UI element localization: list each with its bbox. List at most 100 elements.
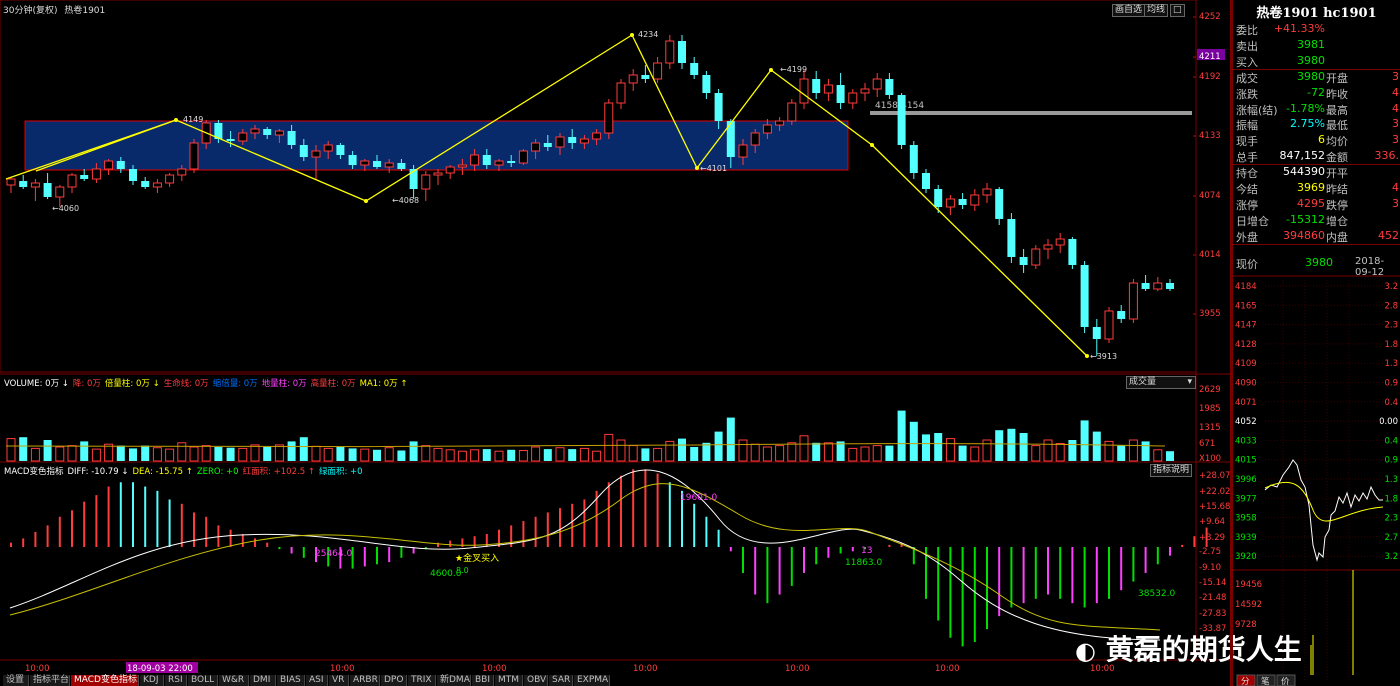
- candle-body: [860, 88, 870, 94]
- quote-value: -72: [1307, 85, 1325, 99]
- tab-17[interactable]: OBV: [524, 675, 548, 686]
- price-tick: 4014: [1199, 250, 1221, 260]
- volume-bar: [91, 448, 101, 462]
- macd-header: MACD变色指标 DIFF: -10.79 ↓ DEA: -15.75 ↑ ZERO:…: [4, 465, 367, 477]
- volume-bar: [592, 450, 602, 462]
- watchlist-button[interactable]: 画自选: [1112, 4, 1146, 17]
- volume-bar: [787, 442, 797, 462]
- volume-bar: [494, 450, 504, 462]
- volume-bar: [238, 447, 248, 462]
- header-item: 倍量柱: 0万 ↓: [104, 379, 160, 389]
- tab-4[interactable]: RSI: [165, 675, 187, 686]
- volume-bar: [775, 445, 785, 462]
- quote-label: 持仓: [1236, 167, 1258, 181]
- volume-bar: [653, 447, 663, 462]
- candle-body: [397, 163, 406, 169]
- price-annotation: 4234: [638, 30, 658, 39]
- volume-bar: [116, 445, 125, 461]
- candle-body: [19, 181, 28, 187]
- intraday-avg-line: [1264, 481, 1384, 522]
- candle-body: [91, 168, 101, 180]
- quote-label: 总手: [1236, 151, 1258, 165]
- time-tick: 10:00: [482, 664, 507, 674]
- header-item: 生命线: 0万: [163, 379, 209, 389]
- macd-tick: -21.48: [1199, 593, 1226, 603]
- tab-5[interactable]: BOLL: [188, 675, 218, 686]
- candle-body: [872, 78, 882, 90]
- price-tick: 4211: [1199, 52, 1221, 62]
- tab-14[interactable]: 新DMA: [437, 675, 471, 686]
- tab-3[interactable]: KDJ: [140, 675, 164, 686]
- candle-body: [1007, 219, 1016, 257]
- quote-label-2: 昨结: [1326, 183, 1348, 196]
- volume-bar: [141, 445, 150, 461]
- tab-19[interactable]: EXPMA: [574, 675, 610, 686]
- tab-1[interactable]: 指标平台: [30, 675, 70, 686]
- volume-bar: [67, 445, 77, 462]
- quote-row: 卖出 3981: [1233, 38, 1400, 54]
- mini-pct-tick: 2.3: [1384, 321, 1398, 331]
- tab-8[interactable]: BIAS: [277, 675, 305, 686]
- volume-bar: [1007, 428, 1016, 461]
- volume-dropdown[interactable]: 成交量 ▾: [1126, 376, 1196, 389]
- candle-body: [457, 164, 467, 168]
- candle-body: [579, 138, 589, 144]
- quote-label-2: 金额: [1326, 151, 1348, 165]
- tab-9[interactable]: ASI: [306, 675, 328, 686]
- volume-bar: [897, 410, 906, 461]
- volume-bar: [970, 446, 980, 462]
- candle-body: [702, 75, 711, 93]
- quote-value: -1.78%: [1286, 101, 1325, 115]
- mini-pct-tick: 1.3: [1384, 475, 1398, 485]
- volume-bar: [872, 445, 882, 462]
- mini-pct-tick: 0.9: [1384, 379, 1398, 389]
- tab-12[interactable]: DPO: [381, 675, 407, 686]
- consolidation-box: [24, 120, 849, 171]
- candle-body: [1141, 283, 1150, 289]
- volume-bar: [482, 449, 491, 461]
- candle-body: [104, 160, 114, 170]
- volume-bar: [6, 438, 16, 462]
- ma-button[interactable]: 均线: [1144, 4, 1169, 17]
- volume-bar: [628, 445, 638, 462]
- price-tick: 3955: [1199, 309, 1221, 319]
- volume-bar: [80, 441, 89, 461]
- candle-body: [55, 186, 65, 198]
- mini-price-tick: 4033: [1235, 436, 1257, 446]
- tab-15[interactable]: BBI: [472, 675, 494, 686]
- candle-body: [1128, 282, 1138, 320]
- volume-bar: [360, 448, 370, 462]
- volume-bar: [1080, 420, 1089, 461]
- volume-bar: [129, 448, 137, 461]
- tab-18[interactable]: SAR: [549, 675, 573, 686]
- quote-row: 振幅 2.75% 最低 3: [1233, 117, 1400, 133]
- main-chart-area[interactable]: 42524211419241334074401439554158-4154414…: [0, 0, 1233, 686]
- restore-button[interactable]: □: [1170, 4, 1185, 17]
- intraday-chart[interactable]: 4184 3.2 4165 2.8 4147 2.3 4128 1.8 4109 1.3 4090 0…: [1233, 275, 1400, 686]
- tab-6[interactable]: W&R: [219, 675, 249, 686]
- macd-tick: -9.10: [1199, 563, 1221, 573]
- candle-body: [836, 85, 845, 103]
- trend-zigzag: [5, 34, 1088, 357]
- quote-label-2: 昨收: [1326, 87, 1348, 101]
- tab-13[interactable]: TRIX: [408, 675, 436, 686]
- candle-body: [982, 188, 992, 196]
- mini-vol-tick: 9728: [1235, 620, 1257, 630]
- quote-value-2: 4: [1392, 85, 1399, 99]
- quote-row: 涨跌 -72 昨收 4: [1233, 86, 1400, 102]
- tab-2[interactable]: MACD变色指标: [71, 675, 139, 686]
- tab-11[interactable]: ARBR: [350, 675, 380, 686]
- quote-value-2: 3: [1392, 69, 1399, 83]
- volume-bar: [201, 445, 211, 462]
- tab-16[interactable]: MTM: [495, 675, 523, 686]
- mini-tab-label: 笔: [1261, 676, 1270, 686]
- candle-body: [934, 189, 943, 207]
- volume-bar: [909, 421, 918, 461]
- tab-7[interactable]: DMI: [250, 675, 276, 686]
- tab-10[interactable]: VR: [329, 675, 349, 686]
- candle-body: [129, 169, 137, 181]
- indicator-help-button[interactable]: 指标说明: [1150, 464, 1193, 477]
- candle-body: [373, 161, 381, 167]
- volume-bar: [1117, 445, 1126, 461]
- tab-0[interactable]: 设置: [3, 675, 29, 686]
